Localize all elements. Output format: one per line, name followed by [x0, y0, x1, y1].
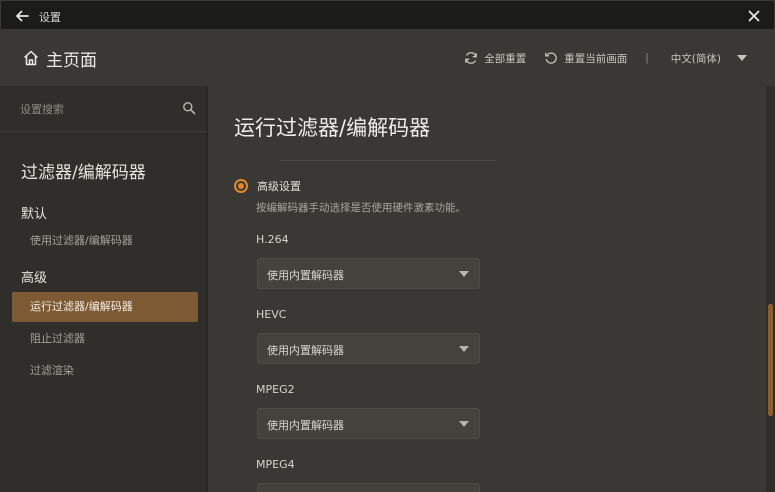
codec-label-mpeg2: MPEG2: [256, 383, 295, 396]
window-title: 设置: [39, 11, 61, 24]
reset-icon: [545, 52, 558, 64]
codec-select-hevc[interactable]: 使用内置解码器: [257, 333, 480, 364]
sidebar-section-title: 过滤器/编解码器: [21, 163, 146, 183]
page-title: 运行过滤器/编解码器: [234, 116, 431, 140]
search-input[interactable]: [20, 100, 170, 118]
search-box: [0, 86, 207, 132]
reset-current-button[interactable]: 重置当前画面: [544, 51, 627, 66]
scrollbar[interactable]: [766, 86, 775, 492]
select-value: 使用内置解码器: [267, 419, 344, 432]
reset-all-button[interactable]: 全部重置: [464, 51, 526, 66]
chevron-down-icon: [459, 421, 469, 427]
sidebar-group-advanced: 高级: [21, 271, 48, 286]
reset-current-label: 重置当前画面: [564, 52, 628, 65]
chevron-down-icon: [459, 346, 469, 352]
sidebar-group-default: 默认: [21, 207, 48, 222]
home-label: 主页面: [46, 50, 97, 71]
codec-select-mpeg2[interactable]: 使用内置解码器: [257, 408, 480, 439]
codec-select-h264[interactable]: 使用内置解码器: [257, 258, 480, 289]
radio-selected-icon[interactable]: [234, 179, 248, 193]
codec-select-mpeg4[interactable]: [257, 483, 480, 492]
close-icon[interactable]: [746, 8, 762, 24]
scrollbar-thumb[interactable]: [768, 304, 773, 416]
chevron-down-icon: [737, 55, 747, 61]
language-select[interactable]: 中文(简体): [671, 51, 747, 66]
home-icon: [23, 50, 39, 66]
chevron-down-icon: [459, 271, 469, 277]
back-arrow-icon[interactable]: [13, 7, 31, 25]
codec-label-h264: H.264: [256, 233, 289, 246]
codec-label-mpeg4: MPEG4: [256, 458, 295, 471]
home-button[interactable]: 主页面: [22, 46, 97, 71]
search-icon[interactable]: [182, 101, 196, 115]
sidebar-item-use-filters[interactable]: 使用过滤器/编解码器: [12, 226, 198, 256]
title-bar: 设置: [0, 0, 775, 30]
header: 主页面 全部重置 重置当前画面 | 中文(简体): [0, 30, 775, 86]
advanced-settings-option[interactable]: 高级设置: [234, 178, 301, 194]
refresh-icon: [465, 52, 478, 64]
sidebar-item-run-filters[interactable]: 运行过滤器/编解码器: [12, 292, 198, 322]
main-panel: 运行过滤器/编解码器 高级设置 按编解码器手动选择是否使用硬件激素功能。 H.2…: [208, 86, 766, 492]
header-actions: 全部重置 重置当前画面 | 中文(简体): [464, 48, 775, 68]
advanced-settings-description: 按编解码器手动选择是否使用硬件激素功能。: [256, 202, 466, 214]
sidebar: 过滤器/编解码器 默认 使用过滤器/编解码器 高级 运行过滤器/编解码器 阻止过…: [0, 86, 207, 492]
language-label: 中文(简体): [670, 52, 721, 65]
select-value: 使用内置解码器: [267, 269, 344, 282]
advanced-settings-label: 高级设置: [257, 180, 301, 193]
reset-all-label: 全部重置: [484, 52, 527, 65]
select-value: 使用内置解码器: [267, 344, 344, 357]
codec-label-hevc: HEVC: [256, 308, 287, 321]
sidebar-item-filter-render[interactable]: 过滤渲染: [12, 356, 198, 386]
header-separator: |: [645, 52, 649, 64]
sidebar-item-block-filters[interactable]: 阻止过滤器: [12, 324, 198, 354]
divider: [280, 160, 496, 161]
